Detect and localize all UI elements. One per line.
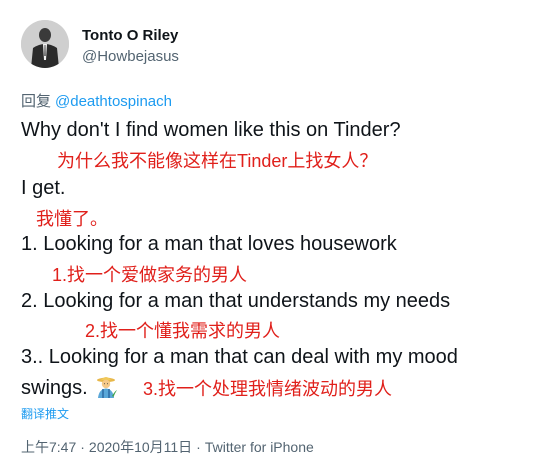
annotation-line-3: 1.找一个爱做家务的男人 [52, 265, 248, 285]
avatar[interactable] [21, 20, 69, 68]
author-display-name[interactable]: Tonto O Riley [82, 27, 178, 44]
reply-context: 回复 @deathtospinach [21, 90, 172, 111]
tweet-line-2: I get. [21, 177, 66, 199]
author-handle[interactable]: @Howbejasus [82, 48, 179, 65]
meta-separator: · [80, 439, 85, 455]
tweet-metadata: 上午7:47 · 2020年10月11日 · Twitter for iPhone [21, 437, 314, 457]
tweet-line-6: swings. [21, 374, 118, 404]
avatar-figure-icon [21, 20, 69, 68]
tweet-line-3: 1. Looking for a man that loves housewor… [21, 233, 397, 255]
tweet-line-6-text: swings. [21, 377, 88, 399]
tweet-date[interactable]: 2020年10月11日 [89, 439, 192, 455]
reply-mention-link[interactable]: @deathtospinach [55, 93, 172, 110]
annotation-line-1: 为什么我不能像这样在Tinder上找女人？ [57, 151, 378, 171]
man-farmer-emoji-icon [94, 374, 118, 404]
tweet-source[interactable]: Twitter for iPhone [205, 439, 314, 455]
tweet-line-4: 2. Looking for a man that understands my… [21, 290, 451, 312]
reply-prefix: 回复 [21, 93, 52, 110]
annotation-line-2: 我懂了。 [36, 209, 108, 229]
annotation-line-5: 3.找一个处理我情绪波动的男人 [143, 379, 393, 399]
tweet-time[interactable]: 上午7:47 [21, 439, 76, 455]
translate-tweet-link[interactable]: 翻译推文 [21, 405, 69, 422]
tweet-line-1: Why don't I find women like this on Tind… [21, 119, 401, 141]
meta-separator: · [196, 439, 201, 455]
annotation-line-4: 2.找一个懂我需求的男人 [85, 321, 281, 341]
tweet-line-5: 3.. Looking for a man that can deal with… [21, 346, 458, 368]
